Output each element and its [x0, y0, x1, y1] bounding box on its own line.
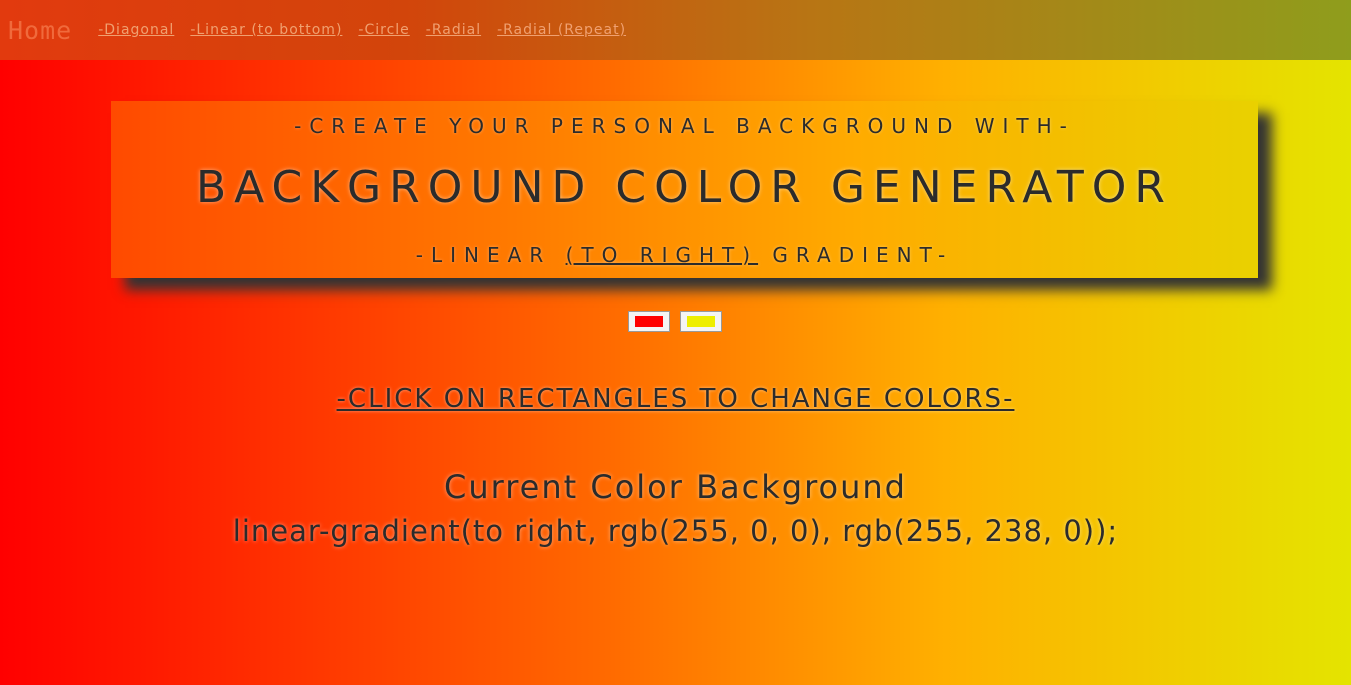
top-navbar: Home -Diagonal -Linear (to bottom) -Circ…	[0, 0, 1351, 60]
nav-link-radial-repeat[interactable]: -Radial (Repeat)	[497, 22, 626, 38]
subtitle-suffix: GRADIENT-	[758, 243, 954, 267]
page-title: BACKGROUND COLOR GENERATOR	[195, 162, 1174, 213]
header-subtitle: -LINEAR (TO RIGHT) GRADIENT-	[111, 243, 1258, 267]
current-background-title: Current Color Background	[444, 468, 907, 506]
nav-home-link[interactable]: Home	[8, 16, 72, 45]
color-picker-2[interactable]	[680, 311, 722, 332]
subtitle-prefix: -LINEAR	[415, 243, 566, 267]
nav-link-radial[interactable]: -Radial	[426, 22, 481, 38]
color-picker-1[interactable]	[628, 311, 670, 332]
subtitle-direction: (TO RIGHT)	[565, 243, 759, 267]
nav-link-circle[interactable]: -Circle	[358, 22, 409, 38]
header-card: -CREATE YOUR PERSONAL BACKGROUND WITH- B…	[111, 101, 1258, 278]
color-swatch-1	[635, 316, 663, 327]
instruction-text: -CLICK ON RECTANGLES TO CHANGE COLORS-	[336, 384, 1015, 414]
nav-link-linear-to-bottom[interactable]: -Linear (to bottom)	[190, 22, 342, 38]
header-kicker: -CREATE YOUR PERSONAL BACKGROUND WITH-	[294, 114, 1075, 138]
color-pickers	[628, 311, 722, 332]
color-swatch-2	[687, 316, 715, 327]
current-background-value: linear-gradient(to right, rgb(255, 0, 0)…	[232, 514, 1119, 548]
nav-link-diagonal[interactable]: -Diagonal	[98, 22, 174, 38]
